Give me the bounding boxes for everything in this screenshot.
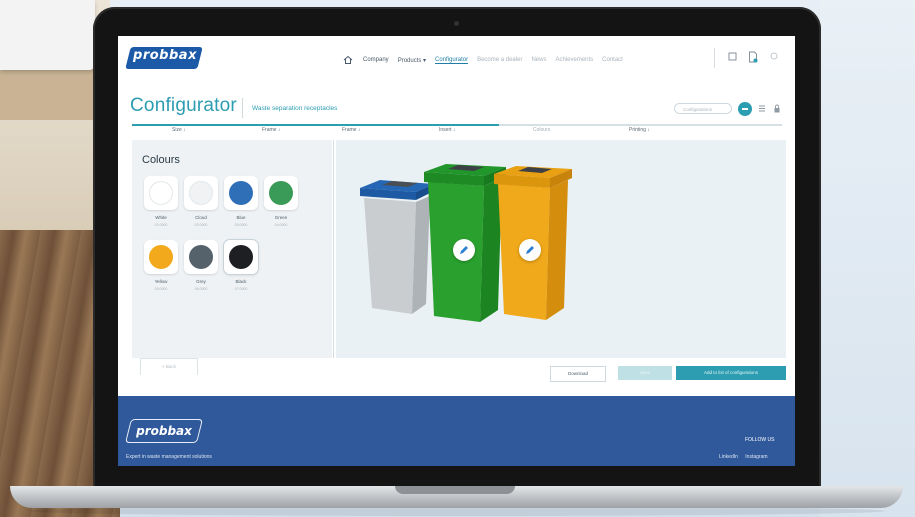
colour-code: 03.0000: [234, 223, 248, 227]
colour-swatch-cloud[interactable]: [184, 176, 218, 210]
steps-remaining-bar: [499, 124, 782, 126]
colour-name: Grey: [196, 279, 206, 284]
colour-name: White: [155, 215, 167, 220]
step-frame-b[interactable]: Frame ↓: [342, 127, 360, 133]
page-subtitle: Waste separation receptacles: [252, 105, 338, 112]
colour-dot: [189, 181, 213, 205]
colour-dot: [269, 181, 293, 205]
nav-links: Company Products ▾ Configurator Become a…: [343, 53, 632, 67]
colour-code: 05.0000: [154, 287, 168, 291]
colour-name: Black: [235, 279, 247, 284]
list-icon[interactable]: [758, 104, 766, 113]
colour-code: 07.0000: [234, 287, 248, 291]
nav-link-dealer[interactable]: Become a dealer: [477, 57, 522, 63]
brand-logo-text: probbax: [133, 48, 197, 63]
download-button[interactable]: Download: [550, 366, 606, 382]
colour-swatch-grey[interactable]: [184, 240, 218, 274]
social-links: LinkedIn Instagram: [713, 454, 768, 460]
edit-yellow-bin-button[interactable]: [519, 239, 541, 261]
nav-divider: [714, 48, 715, 68]
edit-green-bin-button[interactable]: [453, 239, 475, 261]
footer: probbax Expert in waste management solut…: [118, 396, 795, 466]
colour-swatch-yellow[interactable]: [144, 240, 178, 274]
colour-code: 06.0000: [194, 287, 208, 291]
step-insert[interactable]: Insert ↓: [439, 127, 455, 133]
language-icon[interactable]: [770, 52, 778, 60]
add-configuration-button[interactable]: [738, 102, 752, 116]
top-navigation: probbax Company Products ▾ Configurator …: [118, 36, 795, 82]
background-printer: [0, 0, 95, 70]
panel-divider: [333, 140, 334, 358]
add-to-list-button[interactable]: Add to list of configurations: [676, 366, 786, 380]
linkedin-link[interactable]: LinkedIn: [719, 454, 738, 460]
nav-link-products[interactable]: Products ▾: [398, 57, 426, 64]
pencil-icon: [460, 246, 468, 254]
page-title: Configurator: [130, 95, 237, 116]
nav-link-configurator[interactable]: Configurator: [435, 57, 469, 64]
home-icon[interactable]: [343, 55, 353, 65]
colour-swatch-blue[interactable]: [224, 176, 258, 210]
camera-dot: [454, 21, 459, 26]
nav-link-contact[interactable]: Contact: [602, 57, 623, 63]
colour-dot: [149, 245, 173, 269]
step-size[interactable]: Size ↓: [172, 127, 186, 133]
minus-icon: [742, 108, 748, 110]
colour-dot: [229, 245, 253, 269]
lock-icon[interactable]: [773, 104, 781, 113]
step-frame-a[interactable]: Frame ↓: [262, 127, 280, 133]
pencil-icon: [526, 246, 534, 254]
step-colours[interactable]: Colours: [533, 127, 550, 133]
browser-screen: probbax Company Products ▾ Configurator …: [118, 36, 795, 466]
colour-name: Green: [274, 215, 288, 220]
background-panel: [820, 0, 915, 517]
search-icon[interactable]: [728, 52, 737, 61]
colour-code: 02.0000: [194, 223, 208, 227]
colour-code: 04.0000: [274, 223, 288, 227]
nav-link-company[interactable]: Company: [363, 57, 389, 63]
step-printing[interactable]: Printing ↓: [629, 127, 650, 133]
title-divider: [242, 98, 243, 118]
document-icon[interactable]: [748, 51, 758, 63]
colours-heading: Colours: [142, 154, 180, 166]
footer-tagline: Expert in waste management solutions: [126, 454, 212, 460]
back-button[interactable]: < Back: [140, 358, 198, 375]
configurations-dropdown[interactable]: Configurations: [674, 103, 732, 114]
colour-name: Yellow: [154, 279, 168, 284]
colour-name: Blue: [236, 215, 246, 220]
colour-name: Cloud: [195, 215, 207, 220]
colour-code: 01.0000: [154, 223, 168, 227]
nav-link-news[interactable]: News: [531, 57, 546, 63]
instagram-link[interactable]: Instagram: [745, 454, 767, 460]
colour-dot: [189, 245, 213, 269]
follow-us-label: FOLLOW US: [745, 437, 775, 443]
colour-dot: [229, 181, 253, 205]
colour-swatch-black[interactable]: [224, 240, 258, 274]
footer-logo-text: probbax: [136, 424, 192, 438]
colour-dot: [149, 181, 173, 205]
nav-link-achievements[interactable]: Achievements: [555, 57, 593, 63]
save-button[interactable]: Save: [618, 366, 672, 380]
laptop-notch: [395, 486, 515, 494]
colour-swatch-green[interactable]: [264, 176, 298, 210]
colour-swatch-white[interactable]: [144, 176, 178, 210]
